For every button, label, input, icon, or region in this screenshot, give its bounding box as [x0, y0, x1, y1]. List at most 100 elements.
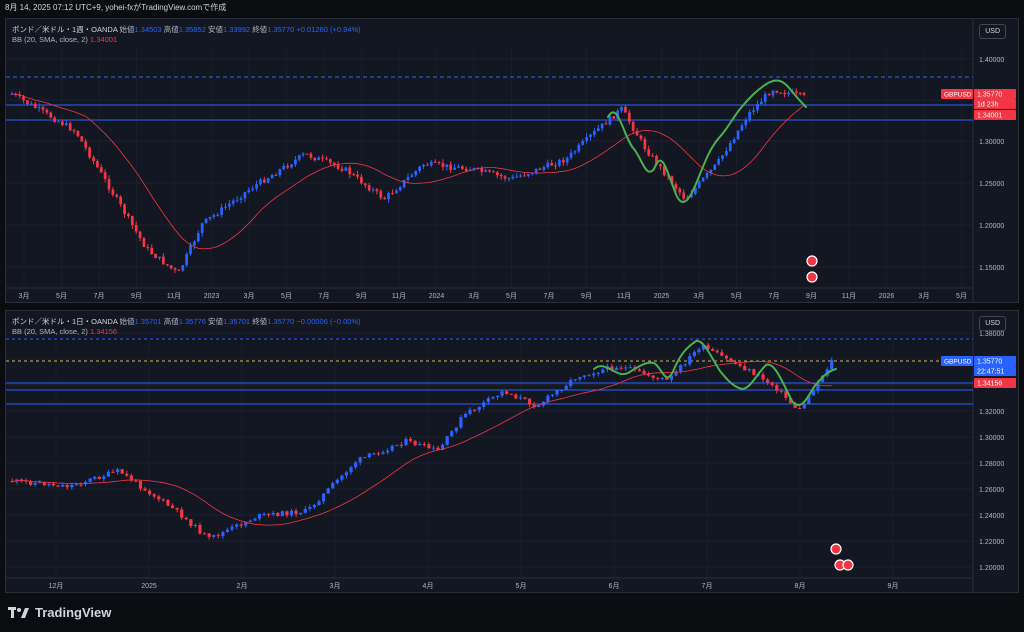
candle-body: [554, 165, 557, 167]
candle-body: [783, 92, 787, 95]
currency-button[interactable]: USD: [979, 24, 1006, 39]
candle-body: [169, 265, 173, 269]
candle-body: [257, 513, 262, 519]
candle-body: [51, 483, 56, 486]
candle-body: [637, 369, 642, 371]
candle-body: [692, 351, 696, 356]
candle-body: [367, 453, 371, 458]
bar-countdown-tag: 22:47:51: [977, 369, 1004, 376]
candle-body: [587, 375, 591, 377]
candle-body: [550, 394, 555, 396]
x-tick-label: 3月: [919, 292, 930, 300]
candle-body: [180, 509, 184, 518]
candle-body: [175, 507, 179, 510]
candle-body: [738, 363, 742, 366]
candle-body: [148, 490, 152, 495]
economic-event-icon: [830, 543, 842, 555]
candle-body: [505, 391, 509, 394]
candle-body: [200, 223, 204, 234]
x-tick-label: 3月: [694, 292, 705, 300]
x-tick-label: 9月: [806, 292, 817, 300]
candle-body: [184, 517, 188, 520]
candle-body: [601, 369, 605, 373]
candle-body: [115, 469, 120, 473]
candle-body: [289, 510, 294, 516]
candle-body: [569, 379, 573, 386]
candle-body: [642, 370, 646, 374]
candle-body: [449, 164, 453, 170]
daily-chart-panel[interactable]: 1.380001.360001.340001.320001.300001.280…: [5, 310, 1019, 593]
candle-body: [631, 121, 635, 131]
candle-body: [93, 476, 97, 479]
bollinger-basis-line: [12, 360, 832, 526]
candle-body: [414, 170, 418, 176]
candle-body: [270, 174, 274, 179]
low-value: 1.33992: [222, 25, 251, 34]
candle-body: [659, 164, 662, 167]
candle-body: [208, 216, 212, 219]
x-tick-label: 7月: [94, 292, 105, 300]
candle-body: [376, 453, 381, 455]
weekly-chart-panel[interactable]: 1.400001.350001.300001.250001.200001.150…: [5, 18, 1019, 303]
candle-body: [367, 185, 371, 191]
y-tick-label: 1.20000: [979, 565, 1004, 572]
candle-body: [445, 164, 449, 168]
x-tick-label: 3月: [330, 582, 341, 590]
candle-body: [196, 233, 200, 242]
x-tick-label: 2026: [879, 293, 895, 300]
symbol-tag: GBPUSD: [944, 92, 972, 99]
candle-body: [759, 101, 763, 105]
candle-body: [573, 379, 577, 381]
candle-body: [99, 167, 103, 173]
candle-body: [158, 256, 161, 259]
candle-body: [106, 471, 111, 477]
x-tick-label: 9月: [131, 292, 142, 300]
candle-body: [596, 128, 600, 131]
y-tick-label: 1.30000: [979, 139, 1004, 146]
weekly-chart-canvas[interactable]: 1.400001.350001.300001.250001.200001.150…: [6, 19, 1018, 302]
candle-body: [499, 175, 503, 177]
candle-body: [747, 369, 751, 371]
candle-body: [441, 163, 445, 168]
candle-body: [701, 177, 705, 182]
y-tick-label: 1.28000: [979, 461, 1004, 468]
candle-body: [802, 93, 806, 95]
candle-body: [57, 121, 60, 123]
candle-body: [538, 168, 542, 170]
candle-body: [468, 409, 472, 414]
y-tick-label: 1.22000: [979, 539, 1004, 546]
candle-body: [394, 190, 398, 194]
candle-body: [120, 469, 124, 474]
bb-indicator-name: BB (20, SMA, close, 2): [12, 327, 88, 336]
candle-body: [56, 485, 60, 487]
candle-body: [181, 265, 185, 271]
candle-body: [596, 372, 600, 374]
candle-body: [33, 482, 37, 485]
candle-body: [212, 214, 216, 217]
weekly-bb-legend[interactable]: BB (20, SMA, close, 2) 1.34001: [12, 35, 117, 44]
candle-body: [294, 159, 297, 165]
candle-body: [454, 427, 458, 432]
candle-body: [235, 199, 239, 201]
candle-body: [375, 189, 379, 192]
daily-bb-legend[interactable]: BB (20, SMA, close, 2) 1.34156: [12, 327, 117, 336]
candle-body: [589, 134, 592, 137]
candle-body: [624, 106, 627, 113]
candle-body: [715, 350, 719, 353]
candle-body: [177, 269, 181, 271]
candle-body: [643, 138, 647, 150]
tradingview-logo[interactable]: TradingView: [8, 605, 111, 620]
daily-chart-canvas[interactable]: 1.380001.360001.340001.320001.300001.280…: [6, 311, 1018, 592]
candle-body: [779, 92, 783, 94]
currency-button[interactable]: USD: [979, 316, 1006, 331]
candle-body: [507, 178, 511, 180]
candle-body: [88, 478, 92, 482]
candle-body: [317, 157, 321, 161]
candle-body: [740, 125, 744, 131]
candle-body: [523, 175, 526, 177]
x-tick-label: 2024: [429, 293, 445, 300]
candle-body: [326, 488, 330, 494]
candle-body: [253, 518, 257, 521]
candle-body: [228, 203, 231, 207]
open-value: 1.35701: [134, 317, 162, 326]
